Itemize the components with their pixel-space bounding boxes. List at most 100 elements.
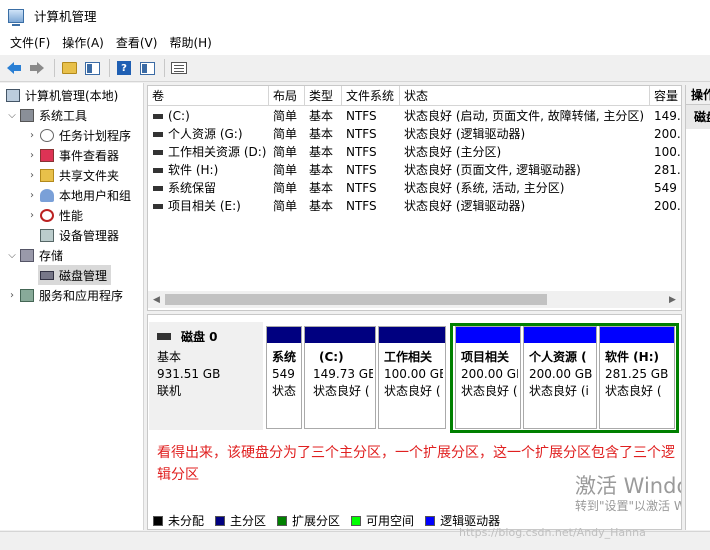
column-header-filesystem[interactable]: 文件系统 [342,86,400,106]
scroll-left-icon[interactable]: ◀ [148,291,165,308]
tree-item-shared-folders[interactable]: › 共享文件夹 [26,165,119,185]
volume-capacity: 549 [654,181,677,195]
properties-button[interactable] [169,58,189,78]
partition-block[interactable]: 项目相关 200.00 GB 状态良好 ( [455,326,521,429]
tools-icon [20,108,34,122]
up-folder-button[interactable] [59,58,79,78]
partition-status: 状态良好 (i [529,384,589,398]
column-header-volume[interactable]: 卷 [148,86,269,106]
legend-label: 可用空间 [366,514,415,528]
volume-status: 状态良好 (页面文件, 逻辑驱动器) [404,163,581,177]
tree-item-task-scheduler[interactable]: › 任务计划程序 [26,125,131,145]
volume-filesystem: NTFS [346,145,377,159]
arrow-left-icon [7,62,21,74]
chevron-right-icon[interactable]: › [26,130,38,141]
tree-item-label: 磁盘管理 [59,268,108,283]
menu-help[interactable]: 帮助(H) [163,31,217,55]
volume-list: 卷 布局 类型 文件系统 状态 容量 (C:) 简单 基本 NTFS 状态良好 … [147,85,682,311]
disk-icon [40,270,54,280]
services-icon [20,288,34,302]
tree-item-label: 设备管理器 [59,228,120,243]
back-button[interactable] [4,58,24,78]
partition-block[interactable]: 个人资源 ( 200.00 GB 状态良好 (i [523,326,597,429]
tree-item-system-tools[interactable]: ⌵ 系统工具 [6,105,87,125]
disk-info[interactable]: 磁盘 0 基本 931.51 GB 联机 [149,322,263,430]
legend-swatch [153,515,163,526]
legend-item: 未分配 [153,512,204,529]
horizontal-scrollbar[interactable]: ◀ ▶ [148,291,681,308]
table-row[interactable]: 工作相关资源 (D:) 简单 基本 NTFS 状态良好 (主分区) 100. [148,143,681,161]
partition-block[interactable]: 软件 (H:) 281.25 GB 状态良好 ( [599,326,675,429]
column-header-layout[interactable]: 布局 [269,86,305,106]
tree-item-root[interactable]: 计算机管理(本地) [4,85,118,105]
partition-block[interactable]: 工作相关 100.00 GB 状态良好 ( [378,326,446,429]
chevron-right-icon[interactable]: › [26,150,38,161]
scrollbar-thumb[interactable] [165,294,547,305]
volume-filesystem: NTFS [346,163,377,177]
chevron-right-icon[interactable]: › [26,170,38,181]
toolbar: ? [0,55,710,82]
volume-icon [153,114,163,119]
storage-icon [20,248,34,262]
chevron-right-icon[interactable]: › [26,190,38,201]
volume-filesystem: NTFS [346,127,377,141]
legend-item: 可用空间 [351,512,414,529]
column-header-type[interactable]: 类型 [305,86,342,106]
table-row[interactable]: 系统保留 简单 基本 NTFS 状态良好 (系统, 活动, 主分区) 549 [148,179,681,197]
volume-icon [153,204,163,209]
table-row[interactable]: 个人资源 (G:) 简单 基本 NTFS 状态良好 (逻辑驱动器) 200. [148,125,681,143]
menu-file[interactable]: 文件(F) [4,31,56,55]
partition-size: 149.73 GB [313,367,373,381]
chevron-right-icon[interactable]: › [6,290,18,301]
chevron-down-icon[interactable]: ⌵ [6,110,18,121]
volume-icon [153,186,163,191]
disk-icon [157,333,171,340]
partition-block[interactable]: (C:) 149.73 GB 状态良好 ( [304,326,376,429]
tree-item-services[interactable]: › 服务和应用程序 [6,285,123,305]
tree-item-label: 系统工具 [39,108,88,123]
partition-block[interactable]: 系统 549 状态 [266,326,302,429]
volume-icon [153,168,163,173]
chevron-down-icon[interactable]: ⌵ [6,250,18,261]
tree-item-label: 共享文件夹 [59,168,120,183]
partition-color-bar [524,327,596,343]
volume-type: 基本 [309,181,334,195]
column-header-status[interactable]: 状态 [400,86,650,106]
tree-item-storage[interactable]: ⌵ 存储 [6,245,63,265]
disk-name: 磁盘 0 [181,330,218,344]
column-header-capacity[interactable]: 容量 [650,86,681,106]
tree-item-disk-management[interactable]: 磁盘管理 [38,265,112,285]
arrow-right-icon [30,62,44,74]
actions-item-disk[interactable]: 磁盘 [686,105,710,129]
menu-action[interactable]: 操作(A) [56,31,110,55]
legend-swatch [425,515,436,526]
tree-item-label: 本地用户和组 [59,188,132,203]
volume-layout: 简单 [273,127,298,141]
tree-item-label: 任务计划程序 [59,128,132,143]
partition-size: 200.00 GB [529,367,593,381]
tree-item-device-manager[interactable]: 设备管理器 [38,225,119,245]
tree-item-local-users[interactable]: › 本地用户和组 [26,185,131,205]
volume-layout: 简单 [273,109,298,123]
table-row[interactable]: 软件 (H:) 简单 基本 NTFS 状态良好 (页面文件, 逻辑驱动器) 28… [148,161,681,179]
partition-status: 状态良好 ( [384,384,441,398]
tree-item-event-viewer[interactable]: › 事件查看器 [26,145,119,165]
action-pane-icon [139,61,155,75]
tree-item-label: 性能 [59,208,84,223]
tree-item-label: 服务和应用程序 [39,288,124,303]
tree-item-label: 事件查看器 [59,148,120,163]
help-button[interactable]: ? [114,58,134,78]
show-tree-button[interactable] [82,58,102,78]
action-pane-button[interactable] [137,58,157,78]
table-row[interactable]: 项目相关 (E:) 简单 基本 NTFS 状态良好 (逻辑驱动器) 200. [148,197,681,215]
partition-name: 软件 (H:) [605,350,659,364]
menu-view[interactable]: 查看(V) [110,31,164,55]
toolbar-separator [164,59,165,77]
tree-item-performance[interactable]: › 性能 [26,205,83,225]
scroll-right-icon[interactable]: ▶ [664,291,681,308]
forward-button[interactable] [27,58,47,78]
partition-name: 个人资源 ( [529,350,587,364]
partition-color-bar [267,327,301,343]
chevron-right-icon[interactable]: › [26,210,38,221]
table-row[interactable]: (C:) 简单 基本 NTFS 状态良好 (启动, 页面文件, 故障转储, 主分… [148,107,681,125]
